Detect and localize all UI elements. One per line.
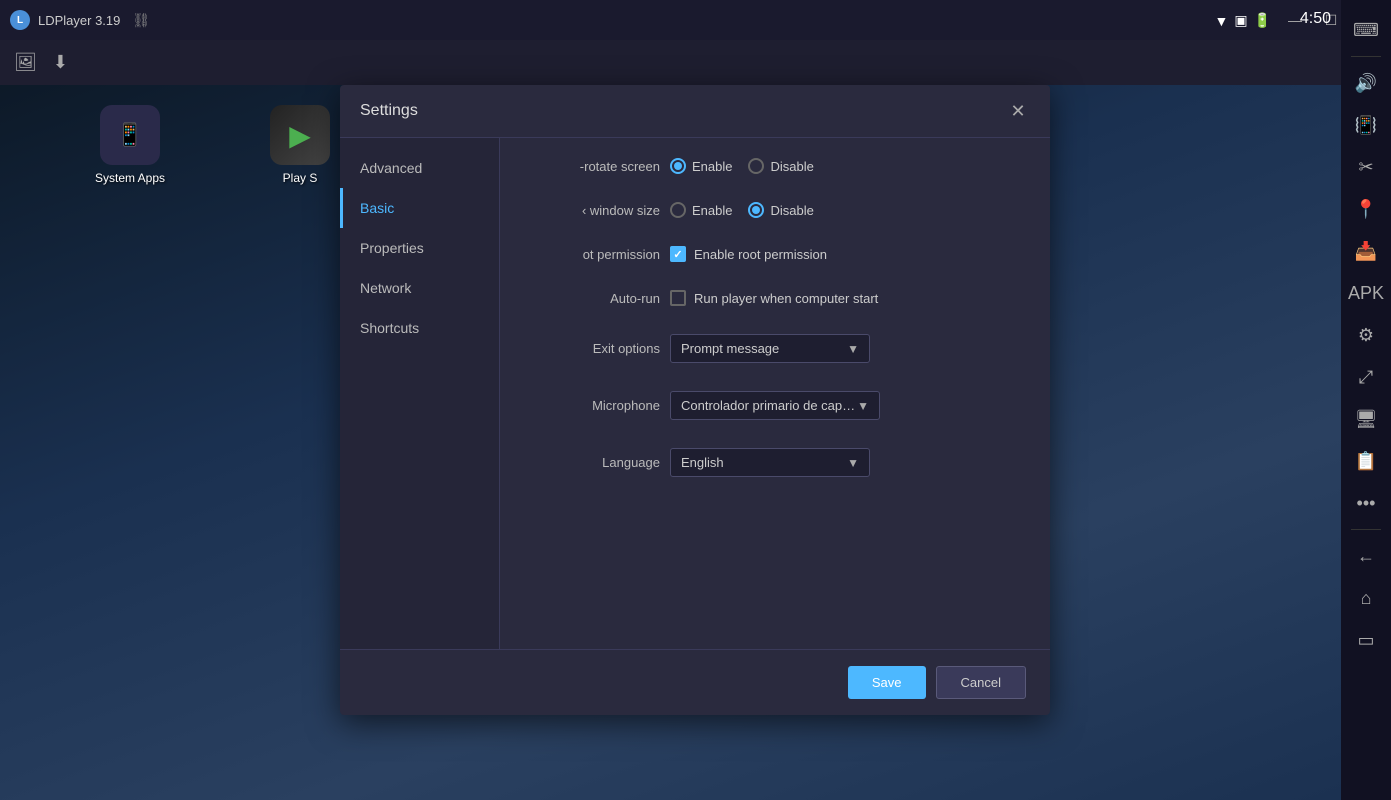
language-dropdown[interactable]: English ▼	[670, 448, 870, 477]
nav-item-properties[interactable]: Properties	[340, 228, 499, 268]
window-enable-label: Enable	[692, 203, 732, 218]
divider-2	[1351, 529, 1381, 530]
play-store-label: Play S	[283, 171, 318, 185]
keyboard-icon[interactable]: ⌨	[1346, 10, 1386, 50]
exit-options-row: Exit options Prompt message ▼	[530, 334, 1020, 363]
window-size-label: ‹ window size	[530, 203, 660, 218]
desktop-icon-play-store[interactable]: ▶ Play S	[270, 105, 330, 185]
settings-nav: Advanced Basic Properties Network Shortc…	[340, 138, 500, 649]
volume-icon[interactable]: 🔊	[1346, 63, 1386, 103]
modal-title: Settings	[360, 102, 418, 120]
nav-item-shortcuts[interactable]: Shortcuts	[340, 308, 499, 348]
home-icon[interactable]: ⌂	[1346, 578, 1386, 618]
rotate-disable-group[interactable]: Disable	[748, 158, 813, 174]
auto-run-checkbox-wrap[interactable]: Run player when computer start	[670, 290, 878, 306]
status-icons: ▼ ▣ 🔋	[1214, 12, 1271, 29]
check-mark: ✓	[673, 248, 682, 261]
microphone-value: Controlador primario de captura d	[681, 398, 857, 413]
nav-item-network[interactable]: Network	[340, 268, 499, 308]
microphone-arrow: ▼	[857, 399, 869, 413]
auto-run-label: Auto-run	[530, 291, 660, 306]
root-permission-checkbox[interactable]: ✓	[670, 246, 686, 262]
settings-content: -rotate screen Enable Disable ‹ window s…	[500, 138, 1050, 649]
expand-icon[interactable]: ⤢	[1346, 357, 1386, 397]
desktop-icon-system-apps[interactable]: 📱 System Apps	[95, 105, 165, 185]
modal-close-button[interactable]: ✕	[1006, 99, 1030, 123]
microphone-label: Microphone	[530, 398, 660, 413]
root-permission-row: ot permission ✓ Enable root permission	[530, 246, 1020, 262]
language-label: Language	[530, 455, 660, 470]
rotate-screen-label: -rotate screen	[530, 159, 660, 174]
rotate-screen-row: -rotate screen Enable Disable	[530, 158, 1020, 174]
clock: 4:50	[1300, 10, 1331, 28]
image-icon[interactable]: 🖼	[14, 52, 37, 73]
location-icon[interactable]: 📍	[1346, 189, 1386, 229]
save-button[interactable]: Save	[848, 666, 926, 699]
window-disable-radio[interactable]	[748, 202, 764, 218]
modal-body: Advanced Basic Properties Network Shortc…	[340, 138, 1050, 649]
language-arrow: ▼	[847, 456, 859, 470]
window-size-row: ‹ window size Enable Disable	[530, 202, 1020, 218]
language-row: Language English ▼	[530, 448, 1020, 477]
window-disable-group[interactable]: Disable	[748, 202, 813, 218]
rotate-disable-radio[interactable]	[748, 158, 764, 174]
exit-options-dropdown[interactable]: Prompt message ▼	[670, 334, 870, 363]
rotate-enable-label: Enable	[692, 159, 732, 174]
root-permission-checkbox-label: Enable root permission	[694, 247, 827, 262]
rotate-enable-group[interactable]: Enable	[670, 158, 732, 174]
back-icon[interactable]: ←	[1346, 536, 1386, 576]
apk-icon[interactable]: APK	[1346, 273, 1386, 313]
auto-run-row: Auto-run Run player when computer start	[530, 290, 1020, 306]
copy-icon[interactable]: 📋	[1346, 441, 1386, 481]
import-icon[interactable]: 📥	[1346, 231, 1386, 271]
nav-item-basic[interactable]: Basic	[340, 188, 499, 228]
exit-options-label: Exit options	[530, 341, 660, 356]
language-value: English	[681, 455, 724, 470]
download-icon[interactable]: ⬇	[53, 52, 68, 73]
microphone-dropdown[interactable]: Controlador primario de captura d ▼	[670, 391, 880, 420]
wifi-icon: ▼	[1214, 13, 1228, 29]
more-icon[interactable]: •••	[1346, 483, 1386, 523]
rotate-screen-controls: Enable Disable	[670, 158, 814, 174]
system-apps-label: System Apps	[95, 171, 165, 185]
app-title: LDPlayer 3.19	[38, 13, 120, 28]
modal-footer: Save Cancel	[340, 649, 1050, 715]
battery-icon: 🔋	[1254, 12, 1271, 29]
settings-icon[interactable]: ⚙	[1346, 315, 1386, 355]
settings-modal: Settings ✕ Advanced Basic Properties Net…	[340, 85, 1050, 715]
monitor-icon[interactable]: 🖥	[1346, 399, 1386, 439]
microphone-row: Microphone Controlador primario de captu…	[530, 391, 1020, 420]
shake-icon[interactable]: 📳	[1346, 105, 1386, 145]
toolbar: 🖼 ⬇	[0, 40, 1341, 85]
window-disable-label: Disable	[770, 203, 813, 218]
exit-options-arrow: ▼	[847, 342, 859, 356]
link-icon: ⛓	[132, 12, 150, 29]
scissors-icon[interactable]: ✂	[1346, 147, 1386, 187]
rotate-disable-label: Disable	[770, 159, 813, 174]
titlebar: L LDPlayer 3.19 ⛓ — ☐ ✕	[0, 0, 1391, 40]
root-permission-label: ot permission	[530, 247, 660, 262]
modal-header: Settings ✕	[340, 85, 1050, 138]
window-enable-group[interactable]: Enable	[670, 202, 732, 218]
network-icon: ▣	[1234, 12, 1247, 29]
divider-1	[1351, 56, 1381, 57]
titlebar-left: L LDPlayer 3.19 ⛓	[0, 10, 150, 30]
auto-run-checkbox-label: Run player when computer start	[694, 291, 878, 306]
app-logo: L	[10, 10, 30, 30]
exit-options-value: Prompt message	[681, 341, 779, 356]
square-icon[interactable]: ▭	[1346, 620, 1386, 660]
window-enable-radio[interactable]	[670, 202, 686, 218]
cancel-button[interactable]: Cancel	[936, 666, 1026, 699]
auto-run-checkbox[interactable]	[670, 290, 686, 306]
root-permission-checkbox-wrap[interactable]: ✓ Enable root permission	[670, 246, 827, 262]
window-size-controls: Enable Disable	[670, 202, 814, 218]
nav-item-advanced[interactable]: Advanced	[340, 148, 499, 188]
rotate-enable-radio[interactable]	[670, 158, 686, 174]
right-sidebar: ⌨ 🔊 📳 ✂ 📍 📥 APK ⚙ ⤢ 🖥 📋 ••• ← ⌂ ▭	[1341, 0, 1391, 800]
